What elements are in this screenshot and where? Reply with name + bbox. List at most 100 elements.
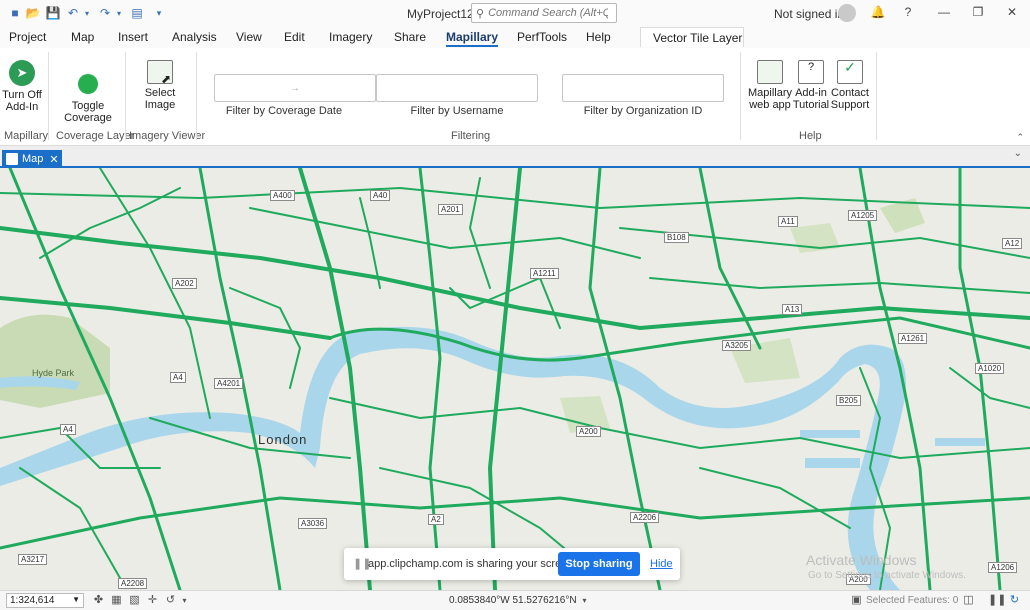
search-icon: ⚲ [476, 7, 485, 20]
road-label: A4 [60, 424, 76, 435]
road-label: A400 [270, 190, 295, 201]
coordinate-format-dropdown-icon[interactable]: ▾ [578, 594, 591, 607]
map-view-tabbar: Map ✕ ⌄ [0, 146, 1030, 168]
grid-icon[interactable]: ▦ [110, 594, 123, 607]
dock-water [935, 438, 985, 446]
tab-vector-tile-layer[interactable]: Vector Tile Layer [640, 27, 744, 47]
tab-mapillary[interactable]: Mapillary [446, 30, 499, 47]
tab-view[interactable]: View [236, 30, 262, 44]
tab-imagery[interactable]: Imagery [329, 30, 372, 44]
arcgis-pro-window: ■ 📂 💾 ↶ ▾ ↷ ▾ ▤ ▾ MyProject12 ⚲ Not sign… [0, 0, 1030, 610]
web-app-icon [757, 60, 783, 84]
command-search[interactable]: ⚲ [471, 3, 617, 23]
screen-sharing-bar: ❚❚ app.clipchamp.com is sharing your scr… [344, 548, 680, 580]
tab-project[interactable]: Project [9, 30, 46, 44]
web-app-label: Mapillary web app [748, 87, 793, 111]
tab-share[interactable]: Share [394, 30, 426, 44]
road-label: A2206 [630, 512, 660, 523]
tab-insert[interactable]: Insert [118, 30, 148, 44]
ribbon-separator [740, 52, 741, 140]
app-icon[interactable]: ■ [8, 6, 22, 20]
turn-off-addin-label: Turn Off Add-In [2, 89, 42, 113]
select-image-button[interactable]: ⬈ Select Image [140, 60, 180, 111]
contact-support-button[interactable]: ✓ Contact Support [830, 60, 870, 111]
toggle-coverage-button[interactable]: Toggle Coverage [64, 74, 112, 124]
command-search-input[interactable] [488, 7, 609, 19]
dock-water [805, 458, 860, 468]
road-label: A4 [170, 372, 186, 383]
mapillary-coverage-lines [0, 168, 1030, 590]
tutorial-book-icon: ? [798, 60, 824, 84]
road-label: A1261 [898, 333, 928, 344]
map-scale-select[interactable]: 1:324,614 ▼ [6, 593, 84, 608]
status-bar: 1:324,614 ▼ ✤ ▦ ▧ ✛ ↺ ▾ 0.0853840°W 51.5… [0, 590, 1030, 610]
road-label: A201 [438, 204, 463, 215]
map-scale-value: 1:324,614 [10, 595, 55, 606]
chevron-down-icon[interactable]: ⌄ [1014, 148, 1022, 159]
coordinate-system-icon[interactable]: ✛ [146, 594, 159, 607]
minimize-icon[interactable]: — [936, 5, 952, 21]
fixed-zoom-icon[interactable]: ✤ [92, 594, 105, 607]
restore-icon[interactable]: ❐ [970, 5, 986, 21]
stop-sharing-button[interactable]: Stop sharing [558, 552, 640, 576]
select-image-icon: ⬈ [147, 60, 173, 85]
tab-perftools[interactable]: PerfTools [517, 30, 567, 44]
select-image-label: Select Image [144, 87, 176, 111]
coverage-date-filter-input[interactable]: → [214, 74, 376, 102]
chevron-down-icon[interactable]: ▾ [178, 594, 191, 607]
undo-dropdown-icon[interactable]: ▾ [80, 6, 94, 20]
customize-quick-access-icon[interactable]: ▾ [152, 6, 166, 20]
redo-dropdown-icon[interactable]: ▾ [112, 6, 126, 20]
map-view-tab[interactable]: Map ✕ [2, 150, 62, 168]
refresh-icon[interactable]: ↻ [1008, 594, 1021, 607]
signed-in-status[interactable]: Not signed in [774, 7, 844, 21]
map-canvas[interactable]: London Hyde Park A400 A40 A201 A11 A1205… [0, 168, 1030, 590]
mapillary-web-app-button[interactable]: Mapillary web app [748, 60, 792, 111]
place-label-london: London [258, 432, 308, 447]
selection-tool-icon[interactable]: ◫ [962, 594, 975, 607]
road-label: A2208 [118, 578, 148, 589]
save-icon[interactable]: 💾 [46, 6, 61, 20]
tab-help[interactable]: Help [586, 30, 611, 44]
notification-bell-icon[interactable]: 🔔 [870, 5, 886, 21]
organization-filter-input[interactable] [562, 74, 724, 102]
coverage-date-filter-label: Filter by Coverage Date [225, 105, 343, 117]
road-label: A3205 [722, 340, 752, 351]
close-map-tab-icon[interactable]: ✕ [49, 153, 58, 166]
username-filter-input[interactable] [376, 74, 538, 102]
map-tab-label: Map [22, 153, 44, 165]
selected-features-count[interactable]: Selected Features: 0 [866, 595, 958, 606]
window-title: MyProject12 [407, 7, 474, 21]
road-label: A1020 [975, 363, 1005, 374]
group-label-mapillary: Mapillary [4, 130, 49, 142]
activate-windows-hint: Go to Settings to activate Windows. [808, 570, 966, 581]
tutorial-label: Add-in Tutorial [792, 87, 830, 111]
snapping-icon[interactable]: ▧ [128, 594, 141, 607]
hide-link[interactable]: Hide [650, 558, 673, 570]
pause-drawing-icon[interactable]: ❚❚ [988, 594, 1006, 607]
undo-icon[interactable]: ↶ [66, 6, 80, 20]
tab-edit[interactable]: Edit [284, 30, 305, 44]
tab-map[interactable]: Map [71, 30, 94, 44]
open-project-icon[interactable]: 📂 [26, 6, 41, 20]
addin-tutorial-button[interactable]: ? Add-in Tutorial [792, 60, 830, 111]
redo-icon[interactable]: ↷ [98, 6, 112, 20]
cursor-coordinates: 0.0853840°W 51.5276216°N [449, 595, 577, 606]
ribbon-separator [876, 52, 877, 140]
avatar[interactable] [838, 4, 856, 22]
close-icon[interactable]: ✕ [1004, 5, 1020, 21]
road-label: A11 [778, 216, 798, 227]
road-label: A13 [782, 304, 803, 315]
collapse-ribbon-icon[interactable]: ⌃ [1016, 132, 1024, 143]
place-label-hyde-park: Hyde Park [32, 368, 75, 378]
tab-analysis[interactable]: Analysis [172, 30, 217, 44]
ribbon-separator [196, 52, 197, 140]
turn-off-addin-button[interactable]: ➤ Turn Off Add-In [2, 60, 42, 113]
road-label: A202 [172, 278, 197, 289]
quick-access-tool-icon[interactable]: ▤ [130, 6, 144, 20]
power-icon: ➤ [9, 60, 35, 86]
road-label: A1211 [530, 268, 559, 279]
rotation-icon[interactable]: ↺ [164, 594, 177, 607]
support-check-icon: ✓ [837, 60, 863, 84]
help-icon[interactable]: ? [900, 5, 916, 21]
